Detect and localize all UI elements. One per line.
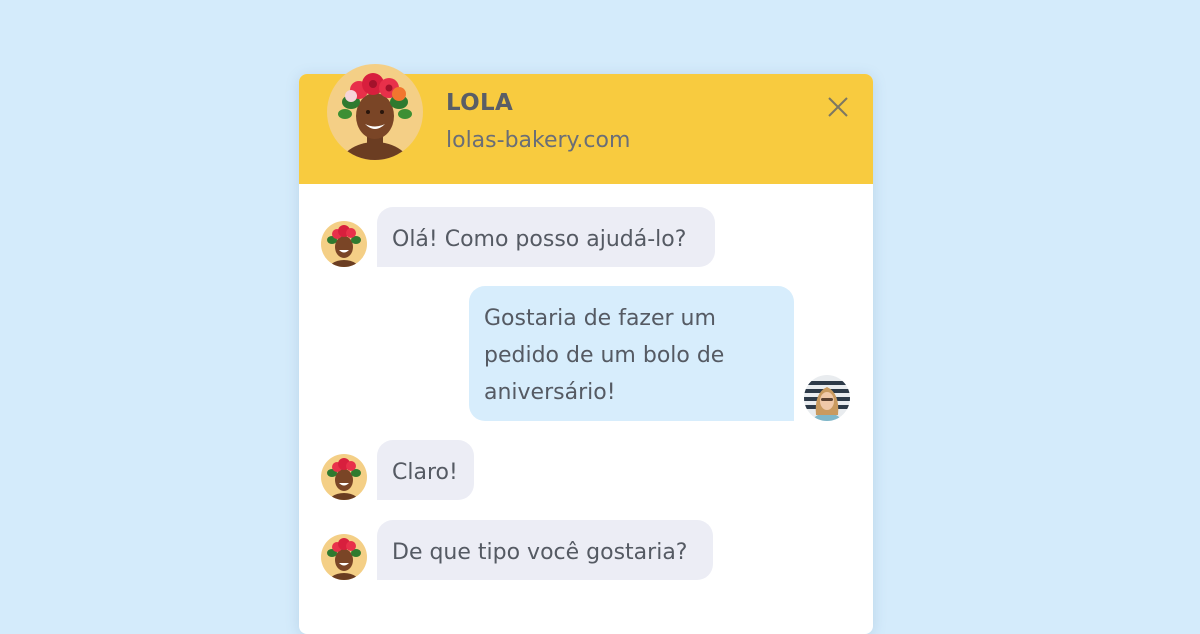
close-icon[interactable] <box>824 93 852 121</box>
message-text: De que tipo você gostaria? <box>392 540 688 565</box>
agent-message-bubble: De que tipo você gostaria? <box>377 520 713 580</box>
agent-message-avatar <box>321 454 367 500</box>
message-text-line: Gostaria de fazer um <box>484 306 716 331</box>
agent-message-bubble: Olá! Como posso ajudá-lo? <box>377 207 715 267</box>
agent-avatar-small <box>321 454 367 500</box>
agent-message-avatar <box>321 534 367 580</box>
message-text-line: aniversário! <box>484 380 616 405</box>
agent-message-bubble: Claro! <box>377 440 474 500</box>
message-text-line: pedido de um bolo de <box>484 343 725 368</box>
close-button[interactable] <box>824 93 852 121</box>
message-text: Olá! Como posso ajudá-lo? <box>392 227 687 252</box>
agent-message-avatar <box>321 221 367 267</box>
agent-avatar-image <box>327 64 423 160</box>
agent-avatar-small <box>321 534 367 580</box>
user-message-avatar <box>804 375 850 421</box>
agent-avatar <box>327 64 423 160</box>
user-avatar-image <box>804 375 850 421</box>
agent-avatar-small <box>321 221 367 267</box>
agent-website: lolas-bakery.com <box>446 128 631 153</box>
agent-name: LOLA <box>446 90 514 116</box>
message-text: Claro! <box>392 460 458 485</box>
user-message-bubble: Gostaria de fazer um pedido de um bolo d… <box>469 286 794 421</box>
chat-header: LOLA lolas-bakery.com <box>299 64 873 184</box>
chat-widget: LOLA lolas-bakery.com Olá! Como posso aj… <box>299 64 873 634</box>
